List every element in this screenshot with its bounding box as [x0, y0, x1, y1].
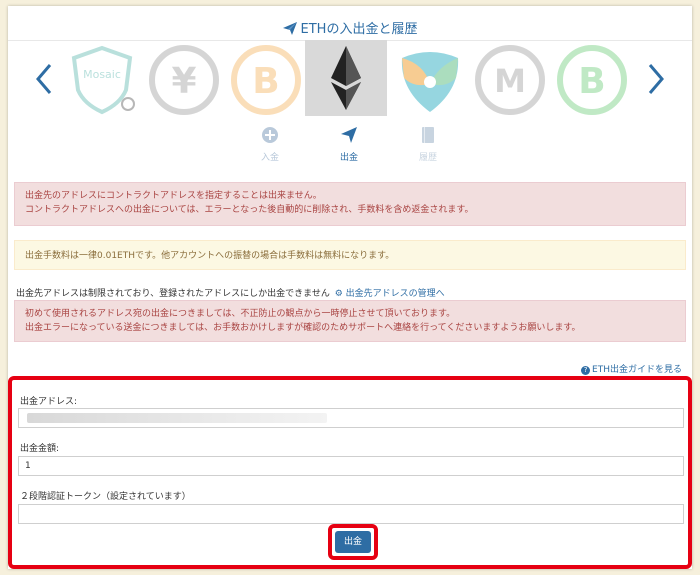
nem-coin-icon [401, 52, 459, 112]
manage-address-link[interactable]: 出金先アドレスの管理へ [346, 289, 445, 299]
svg-text:M: M [494, 62, 526, 100]
action-tabs: 入金 出金 履歴 [8, 126, 692, 176]
token-label: ２段階認証トークン（設定されています） [20, 492, 191, 502]
chevron-left-icon [36, 64, 52, 94]
bitcoin-cash-icon: B [557, 45, 627, 115]
address-limit-text: 出金先アドレスは制限されており、登録されたアドレスにしか出金できません ⚙ 出金… [16, 289, 445, 299]
tab-history[interactable]: 履歴 [398, 126, 458, 163]
svg-text:B: B [578, 61, 605, 102]
address-label: 出金アドレス: [20, 397, 78, 407]
coin-eth[interactable] [305, 40, 387, 116]
amount-input[interactable]: 1 [18, 456, 684, 476]
coin-mona[interactable]: M [474, 44, 546, 116]
svg-text:Mosaic: Mosaic [83, 68, 121, 81]
withdraw-guide-link[interactable]: ? ETH出金ガイドを見る [581, 362, 682, 375]
withdraw-submit-button[interactable]: 出金 [335, 531, 371, 553]
carousel-prev-button[interactable] [32, 62, 56, 102]
plus-circle-icon [262, 127, 278, 143]
address-input[interactable] [18, 408, 684, 428]
svg-text:B: B [252, 61, 279, 102]
book-icon [422, 127, 434, 143]
token-input[interactable] [18, 504, 684, 524]
address-blurred [27, 413, 327, 423]
paper-plane-icon [341, 127, 357, 143]
coin-jpy[interactable]: ¥ [148, 44, 220, 116]
paper-plane-icon [282, 22, 297, 39]
withdraw-form: 出金アドレス: 出金金額: 1 ２段階認証トークン（設定されています） 出金 [8, 376, 692, 569]
page-frame: ETHの入出金と履歴 Mosaic ¥ B M B 入金 出金 履歴 出金先のア… [8, 6, 692, 569]
coin-btc[interactable]: B [230, 44, 302, 116]
carousel-next-button[interactable] [644, 62, 668, 102]
coin-xem[interactable] [394, 44, 466, 116]
coin-mosaic[interactable]: Mosaic [66, 44, 138, 116]
suspension-alert: 初めて使用されるアドレス宛の出金につきましては、不正防止の観点から一時停止させて… [14, 300, 686, 342]
tab-deposit[interactable]: 入金 [240, 126, 300, 163]
tab-withdraw[interactable]: 出金 [319, 126, 379, 163]
yen-coin-icon: ¥ [149, 45, 219, 115]
mosaic-shield-icon: Mosaic [71, 45, 135, 115]
bitcoin-coin-icon: B [231, 45, 301, 115]
page-title: ETHの入出金と履歴 [8, 18, 692, 39]
submit-highlight: 出金 [328, 524, 378, 560]
amount-label: 出金金額: [20, 444, 60, 454]
gear-icon: ⚙ [334, 289, 343, 299]
fee-alert: 出金手数料は一律0.01ETHです。他アカウントへの振替の場合は手数料は無料にな… [14, 240, 686, 270]
chevron-right-icon [648, 64, 664, 94]
svg-text:¥: ¥ [171, 61, 196, 102]
question-icon: ? [581, 366, 591, 375]
monacoin-icon: M [475, 45, 545, 115]
ethereum-icon [331, 46, 361, 110]
coin-bch[interactable]: B [556, 44, 628, 116]
contract-address-alert: 出金先のアドレスにコントラクトアドレスを指定することは出来ません。 コントラクト… [14, 182, 686, 226]
